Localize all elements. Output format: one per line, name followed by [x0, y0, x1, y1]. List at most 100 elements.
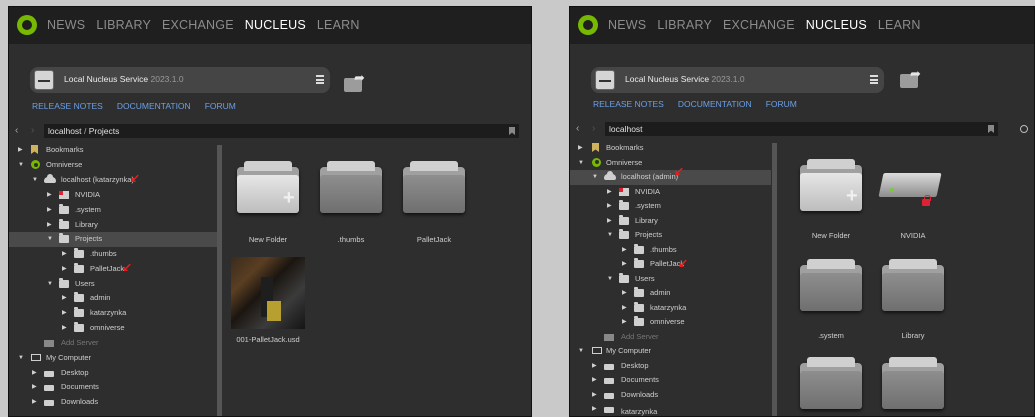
expand-icon[interactable]: ▶ — [622, 257, 627, 272]
expand-icon[interactable]: ▶ — [622, 301, 627, 316]
collapse-icon[interactable]: ▼ — [607, 228, 613, 243]
expand-icon[interactable]: ▶ — [18, 143, 23, 158]
tree-item-omniverse[interactable]: ▼ Omniverse — [9, 158, 217, 173]
chevron-right-icon[interactable]: › — [31, 125, 34, 136]
collapse-icon[interactable]: ▼ — [18, 351, 24, 366]
tree-item-nvidia[interactable]: ▶ NVIDIA — [9, 188, 217, 203]
share-folder-icon[interactable]: ➦ — [344, 70, 368, 92]
tree-item-thumbs[interactable]: ▶ .thumbs — [570, 243, 771, 258]
tree-item-system[interactable]: ▶ .system — [9, 203, 217, 218]
tree-item-library[interactable]: ▶ Library — [570, 214, 771, 229]
expand-icon[interactable]: ▶ — [622, 286, 627, 301]
omniverse-logo-icon[interactable] — [17, 15, 37, 35]
tree-item-localhost[interactable]: ▼ localhost (admin) — [570, 170, 771, 185]
tree-scrollbar[interactable] — [217, 145, 222, 416]
tree-item-omniverse[interactable]: ▼ Omniverse — [570, 156, 771, 171]
collapse-icon[interactable]: ▼ — [47, 277, 53, 292]
tree-item-omniverse-user[interactable]: ▶ omniverse — [9, 321, 217, 336]
menu-icon[interactable] — [870, 75, 878, 84]
tree-item-documents[interactable]: ▶ Documents — [9, 380, 217, 395]
collapse-icon[interactable]: ▼ — [592, 170, 598, 185]
expand-icon[interactable]: ▶ — [62, 247, 67, 262]
chevron-left-icon[interactable]: ‹ — [576, 123, 579, 134]
path-segment-host[interactable]: localhost — [609, 124, 643, 134]
collapse-icon[interactable]: ▼ — [47, 232, 53, 247]
nav-library[interactable]: LIBRARY — [96, 18, 151, 32]
expand-icon[interactable]: ▶ — [592, 359, 597, 374]
tree-item-desktop[interactable]: ▶ Desktop — [570, 359, 771, 374]
nav-exchange[interactable]: EXCHANGE — [162, 18, 234, 32]
nav-nucleus[interactable]: NUCLEUS — [245, 18, 306, 32]
tree-item-desktop[interactable]: ▶ Desktop — [9, 366, 217, 381]
expand-icon[interactable]: ▶ — [622, 315, 627, 330]
tree-item-palletjack[interactable]: ▶ PalletJack — [9, 262, 217, 277]
expand-icon[interactable]: ▶ — [607, 185, 612, 200]
nav-news[interactable]: NEWS — [47, 18, 85, 32]
tree-item-bookmarks[interactable]: ▶ Bookmarks — [9, 143, 217, 158]
omniverse-logo-icon[interactable] — [578, 15, 598, 35]
expand-icon[interactable]: ▶ — [32, 395, 37, 410]
search-icon[interactable] — [1020, 125, 1028, 133]
documentation-link[interactable]: DOCUMENTATION — [117, 101, 191, 111]
documentation-link[interactable]: DOCUMENTATION — [678, 99, 752, 109]
collapse-icon[interactable]: ▼ — [32, 173, 38, 188]
tree-item-downloads[interactable]: ▶ Downloads — [570, 388, 771, 403]
expand-icon[interactable]: ▶ — [62, 306, 67, 321]
tree-item-add-server[interactable]: Add Server — [570, 330, 771, 345]
expand-icon[interactable]: ▶ — [607, 214, 612, 229]
tree-item-thumbs[interactable]: ▶ .thumbs — [9, 247, 217, 262]
expand-icon[interactable]: ▶ — [592, 373, 597, 388]
tree-item-my-computer[interactable]: ▼ My Computer — [570, 344, 771, 359]
expand-icon[interactable]: ▶ — [47, 188, 52, 203]
tree-item-nvidia[interactable]: ▶ NVIDIA — [570, 185, 771, 200]
tree-item-users[interactable]: ▼ Users — [9, 277, 217, 292]
expand-icon[interactable]: ▶ — [592, 388, 597, 403]
path-segment-projects[interactable]: Projects — [89, 126, 120, 136]
bookmark-icon[interactable] — [509, 127, 515, 135]
collapse-icon[interactable]: ▼ — [578, 344, 584, 359]
tree-item-my-computer[interactable]: ▼ My Computer — [9, 351, 217, 366]
path-segment-host[interactable]: localhost — [48, 126, 82, 136]
nav-nucleus[interactable]: NUCLEUS — [806, 18, 867, 32]
tree-item-add-server[interactable]: Add Server — [9, 336, 217, 351]
share-folder-icon[interactable]: ➦ — [900, 66, 924, 88]
tree-item-library[interactable]: ▶ Library — [9, 218, 217, 233]
nav-news[interactable]: NEWS — [608, 18, 646, 32]
nav-exchange[interactable]: EXCHANGE — [723, 18, 795, 32]
tree-item-projects[interactable]: ▼ Projects — [9, 232, 217, 247]
nav-library[interactable]: LIBRARY — [657, 18, 712, 32]
expand-icon[interactable]: ▶ — [592, 402, 597, 416]
tree-item-downloads[interactable]: ▶ Downloads — [9, 395, 217, 410]
expand-icon[interactable]: ▶ — [62, 262, 67, 277]
tree-item-bookmarks[interactable]: ▶ Bookmarks — [570, 141, 771, 156]
tree-item-admin[interactable]: ▶ admin — [9, 291, 217, 306]
tree-item-users[interactable]: ▼ Users — [570, 272, 771, 287]
tree-item-partial[interactable]: ▶ katarzynka — [570, 402, 771, 416]
forum-link[interactable]: FORUM — [766, 99, 797, 109]
nav-learn[interactable]: LEARN — [878, 18, 921, 32]
expand-icon[interactable]: ▶ — [32, 366, 37, 381]
expand-icon[interactable]: ▶ — [47, 203, 52, 218]
collapse-icon[interactable]: ▼ — [18, 158, 24, 173]
tree-scrollbar[interactable] — [772, 143, 777, 416]
path-input[interactable]: localhost — [605, 122, 998, 136]
tree-item-system[interactable]: ▶ .system — [570, 199, 771, 214]
tree-item-localhost[interactable]: ▼ localhost (katarzynka) — [9, 173, 217, 188]
release-notes-link[interactable]: RELEASE NOTES — [593, 99, 664, 109]
expand-icon[interactable]: ▶ — [32, 380, 37, 395]
expand-icon[interactable]: ▶ — [622, 243, 627, 258]
tree-item-admin[interactable]: ▶ admin — [570, 286, 771, 301]
tree-item-katarzynka[interactable]: ▶ katarzynka — [9, 306, 217, 321]
nucleus-service-bar[interactable]: Local Nucleus Service 2023.1.0 — [30, 67, 330, 93]
menu-icon[interactable] — [316, 75, 324, 84]
expand-icon[interactable]: ▶ — [47, 218, 52, 233]
nav-learn[interactable]: LEARN — [317, 18, 360, 32]
release-notes-link[interactable]: RELEASE NOTES — [32, 101, 103, 111]
forum-link[interactable]: FORUM — [205, 101, 236, 111]
expand-icon[interactable]: ▶ — [578, 141, 583, 156]
expand-icon[interactable]: ▶ — [62, 321, 67, 336]
nucleus-service-bar[interactable]: Local Nucleus Service 2023.1.0 — [591, 67, 884, 93]
tree-item-katarzynka[interactable]: ▶ katarzynka — [570, 301, 771, 316]
tree-item-documents[interactable]: ▶ Documents — [570, 373, 771, 388]
path-input[interactable]: localhost / Projects — [44, 124, 519, 138]
